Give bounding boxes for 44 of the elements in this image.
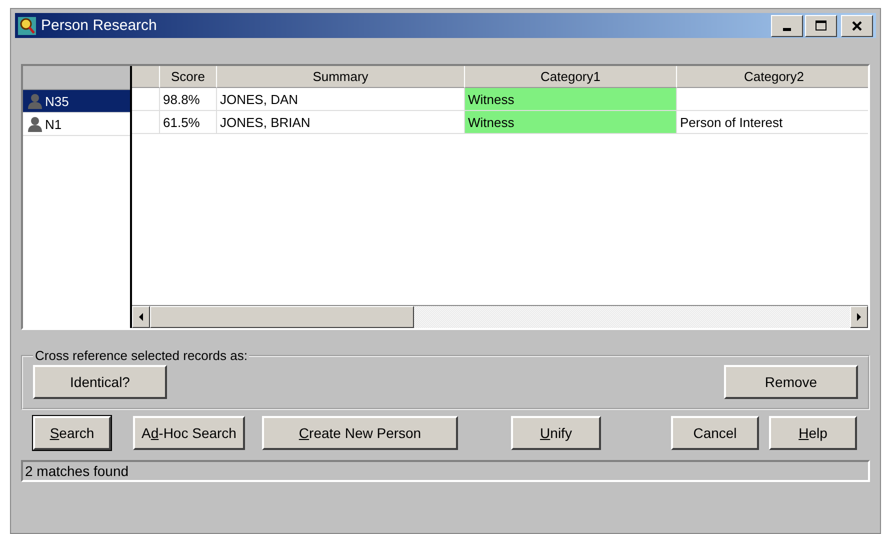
- action-button[interactable]: Ad-Hoc Search: [133, 416, 245, 450]
- right-arrow-icon: [856, 313, 862, 321]
- maximize-icon: [815, 20, 827, 32]
- table-cell: 61.5%: [160, 111, 217, 134]
- column-header[interactable]: Score: [160, 66, 217, 88]
- close-icon: [851, 20, 863, 32]
- minimize-button[interactable]: [771, 14, 803, 36]
- action-button[interactable]: Search: [33, 416, 111, 450]
- minimize-icon: [783, 28, 791, 30]
- cross-reference-button[interactable]: Remove: [724, 365, 858, 399]
- column-header[interactable]: Category1: [465, 66, 677, 88]
- cross-reference-button[interactable]: Identical?: [33, 365, 167, 399]
- table-cell: [132, 111, 160, 134]
- status-bar: 2 matches found: [21, 460, 870, 482]
- magnifier-icon: [18, 16, 36, 34]
- maximize-button[interactable]: [805, 14, 837, 36]
- record-item[interactable]: N35: [23, 90, 130, 113]
- action-button[interactable]: Create New Person: [262, 416, 458, 450]
- table-cell: Witness: [465, 111, 677, 134]
- table-cell: 98.8%: [160, 88, 217, 111]
- scroll-left-button[interactable]: [132, 306, 150, 328]
- column-header[interactable]: Category2: [677, 66, 868, 88]
- action-button[interactable]: Unify: [511, 416, 601, 450]
- person-icon: [27, 93, 43, 109]
- person-icon: [27, 116, 43, 132]
- table-cell: Witness: [465, 88, 677, 111]
- record-id: N1: [45, 116, 62, 132]
- group-label: Cross reference selected records as:: [34, 348, 248, 363]
- horizontal-scrollbar[interactable]: [132, 305, 868, 328]
- table-cell: JONES, BRIAN: [217, 111, 465, 134]
- table-cell: Person of Interest: [677, 111, 868, 134]
- scroll-thumb[interactable]: [150, 306, 414, 328]
- column-header[interactable]: [132, 66, 160, 88]
- action-button[interactable]: Help: [769, 416, 857, 450]
- close-button[interactable]: [841, 14, 873, 36]
- action-button[interactable]: Cancel: [671, 416, 759, 450]
- scroll-right-button[interactable]: [850, 306, 868, 328]
- window-title: Person Research: [41, 17, 158, 34]
- left-arrow-icon: [138, 313, 144, 321]
- record-id: N35: [45, 94, 69, 108]
- table-cell: [132, 88, 160, 111]
- column-header[interactable]: Summary: [217, 66, 465, 88]
- table-cell: JONES, DAN: [217, 88, 465, 111]
- record-item[interactable]: N1: [23, 113, 130, 136]
